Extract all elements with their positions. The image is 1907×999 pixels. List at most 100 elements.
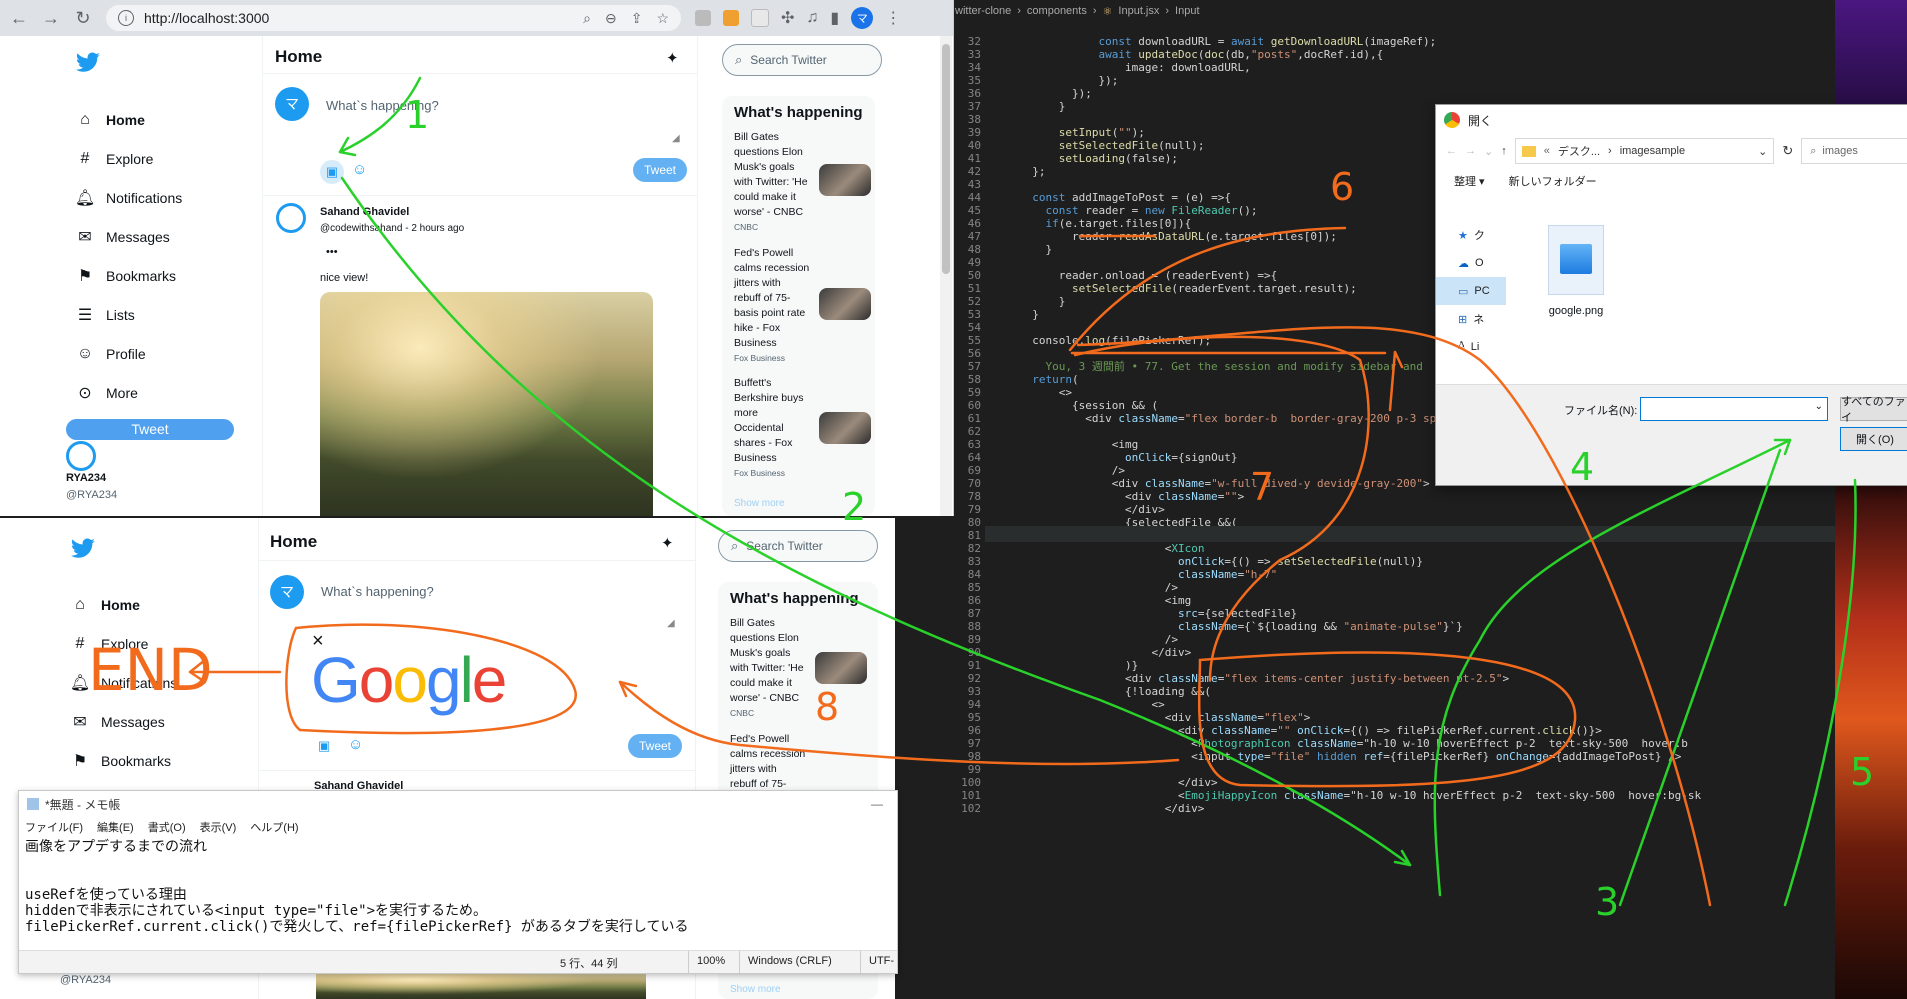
- sidebar-item-profile[interactable]: ☺ Profile: [76, 334, 236, 373]
- menu-format[interactable]: 書式(O): [148, 819, 186, 835]
- menu-icon[interactable]: ⋮: [885, 8, 901, 28]
- sidebar-item-bookmarks[interactable]: ⚑ Bookmarks: [76, 256, 236, 295]
- resize-handle-icon[interactable]: ◢: [667, 618, 675, 629]
- nav-quick-access[interactable]: ★ ク: [1436, 221, 1506, 249]
- composer-avatar[interactable]: マ: [275, 87, 309, 121]
- notepad-text-area[interactable]: 画像をアプデするまでの流れ useRefを使っている理由 hiddenで非表示に…: [19, 837, 897, 937]
- sidebar-tweet-button[interactable]: Tweet: [66, 419, 234, 440]
- sidebar-item-more[interactable]: ⊙ More: [76, 373, 236, 412]
- path-box[interactable]: « デスク... › imagesample ⌄: [1514, 138, 1775, 164]
- composer-avatar[interactable]: マ: [270, 575, 304, 609]
- chevron-down-icon[interactable]: ⌄: [1758, 145, 1767, 158]
- file-item-google[interactable]: google.png: [1531, 225, 1621, 317]
- code-text: console.log(filePickerRef);: [1019, 334, 1212, 347]
- forward-icon[interactable]: →: [1465, 145, 1476, 157]
- sidebar-item-home[interactable]: ⌂ Home: [71, 585, 231, 624]
- extension-icon[interactable]: [695, 10, 711, 26]
- forward-icon[interactable]: →: [38, 5, 64, 31]
- menu-edit[interactable]: 編集(E): [97, 819, 134, 835]
- scrollbar-thumb[interactable]: [942, 44, 950, 274]
- post-image[interactable]: [320, 292, 653, 516]
- address-bar[interactable]: i http://localhost:3000 ⌕ ⊖ ⇪ ☆: [106, 5, 681, 31]
- nav-network[interactable]: ⊞ ネ: [1436, 305, 1506, 333]
- sidebar-item-notifications[interactable]: 🔔︎ Notifications: [74, 178, 236, 217]
- nav-onedrive[interactable]: ☁ O: [1436, 249, 1506, 277]
- news-thumbnail[interactable]: [819, 164, 871, 196]
- scrollbar[interactable]: [940, 36, 952, 516]
- news-item[interactable]: Bill Gates questions Elon Musk's goals with…: [734, 130, 808, 235]
- post-image[interactable]: [316, 973, 646, 999]
- share-icon[interactable]: ⇪: [631, 10, 643, 27]
- news-thumbnail[interactable]: [819, 412, 871, 444]
- code-line[interactable]: 98 <input type="file" hidden ref={filePi…: [955, 749, 1682, 765]
- news-item[interactable]: Bill Gates questions Elon Musk's goals with…: [730, 616, 804, 721]
- profile-avatar[interactable]: マ: [851, 7, 874, 29]
- extension-icon[interactable]: [751, 9, 769, 27]
- code-line[interactable]: 61 <div className="flex border-b border-…: [955, 411, 1496, 427]
- search-input[interactable]: ⌕ Search Twitter: [718, 530, 878, 562]
- code-line[interactable]: 102 </div>: [955, 801, 1204, 817]
- twitter-logo-icon[interactable]: [75, 52, 101, 74]
- menu-file[interactable]: ファイル(F): [25, 819, 83, 835]
- composer-tweet-button[interactable]: Tweet: [633, 158, 687, 182]
- post-more-icon[interactable]: •••: [326, 246, 338, 258]
- chevron-down-icon[interactable]: ⌄: [1484, 145, 1493, 158]
- sparkles-icon[interactable]: ✦: [666, 49, 679, 67]
- sidebar-item-notifications[interactable]: 🔔︎ Notifications: [70, 663, 231, 702]
- news-item[interactable]: Buffett's Berkshire buys more Occidental sha…: [734, 376, 803, 481]
- bell-icon: 🔔︎: [74, 189, 96, 207]
- twitter-logo-icon[interactable]: [70, 538, 96, 560]
- media-icon[interactable]: ♫: [806, 9, 818, 27]
- news-thumbnail[interactable]: [815, 652, 867, 684]
- composer-tweet-button[interactable]: Tweet: [628, 734, 682, 758]
- sparkles-icon[interactable]: ✦: [661, 534, 674, 552]
- composer-input[interactable]: What`s happening?: [321, 584, 434, 599]
- file-type-select[interactable]: すべてのファイ: [1840, 396, 1907, 424]
- search-icon[interactable]: ⌕: [583, 10, 591, 27]
- puzzle-icon[interactable]: ✣: [781, 8, 794, 28]
- search-input[interactable]: ⌕ Search Twitter: [722, 44, 882, 76]
- star-icon[interactable]: ☆: [656, 10, 669, 27]
- news-item[interactable]: Fed's Powell calms recession jitters with r…: [734, 246, 809, 366]
- sidebar-item-explore[interactable]: # Explore: [71, 624, 231, 663]
- reload-icon[interactable]: ↻: [70, 5, 96, 31]
- open-button[interactable]: 開く(O): [1840, 427, 1907, 451]
- dialog-search-input[interactable]: ⌕ images: [1801, 138, 1907, 164]
- menu-view[interactable]: 表示(V): [200, 819, 237, 835]
- organize-button[interactable]: 整理 ▾: [1454, 173, 1485, 189]
- news-thumbnail[interactable]: [819, 288, 871, 320]
- post-avatar[interactable]: [276, 203, 306, 233]
- sidebar-item-lists[interactable]: ☰ Lists: [76, 295, 236, 334]
- sidebar-item-bookmarks[interactable]: ⚑ Bookmarks: [71, 741, 231, 780]
- sidebar-item-messages[interactable]: ✉ Messages: [76, 217, 236, 256]
- resize-handle-icon[interactable]: ◢: [672, 133, 680, 144]
- photo-icon[interactable]: ▣: [318, 738, 330, 754]
- emoji-icon[interactable]: ☺: [352, 161, 367, 178]
- sidebar-item-messages[interactable]: ✉ Messages: [71, 702, 231, 741]
- sidebar-item-explore[interactable]: # Explore: [76, 139, 236, 178]
- up-icon[interactable]: ↑: [1501, 145, 1507, 157]
- minimize-icon[interactable]: —: [871, 797, 883, 811]
- photo-icon[interactable]: ▣: [320, 160, 344, 184]
- emoji-icon[interactable]: ☺: [348, 736, 363, 753]
- news-item[interactable]: Fed's Powell calms recession jitters with r…: [730, 732, 805, 792]
- sidepanel-icon[interactable]: ▮: [830, 8, 839, 28]
- new-folder-button[interactable]: 新しいフォルダー: [1509, 173, 1597, 189]
- sidebar-item-home[interactable]: ⌂ Home: [76, 100, 236, 139]
- filename-input[interactable]: ⌄: [1640, 397, 1828, 421]
- refresh-icon[interactable]: ↻: [1782, 143, 1793, 159]
- menu-help[interactable]: ヘルプ(H): [250, 819, 298, 835]
- show-more-link[interactable]: Show more: [734, 498, 785, 509]
- back-icon[interactable]: ←: [1446, 145, 1457, 157]
- back-icon[interactable]: ←: [6, 5, 32, 31]
- nav-pc[interactable]: ▭ PC: [1436, 277, 1506, 305]
- nav-linux[interactable]: 🐧︎ Li: [1436, 333, 1506, 361]
- zoom-icon[interactable]: ⊖: [605, 10, 617, 27]
- account-avatar[interactable]: [66, 441, 96, 471]
- bookmark-icon: ⚑: [77, 267, 93, 285]
- info-icon[interactable]: i: [118, 10, 134, 26]
- composer-input[interactable]: What`s happening?: [326, 98, 439, 113]
- show-more-link[interactable]: Show more: [730, 984, 781, 995]
- chevron-down-icon[interactable]: ⌄: [1815, 401, 1823, 412]
- extension-icon[interactable]: [723, 10, 739, 26]
